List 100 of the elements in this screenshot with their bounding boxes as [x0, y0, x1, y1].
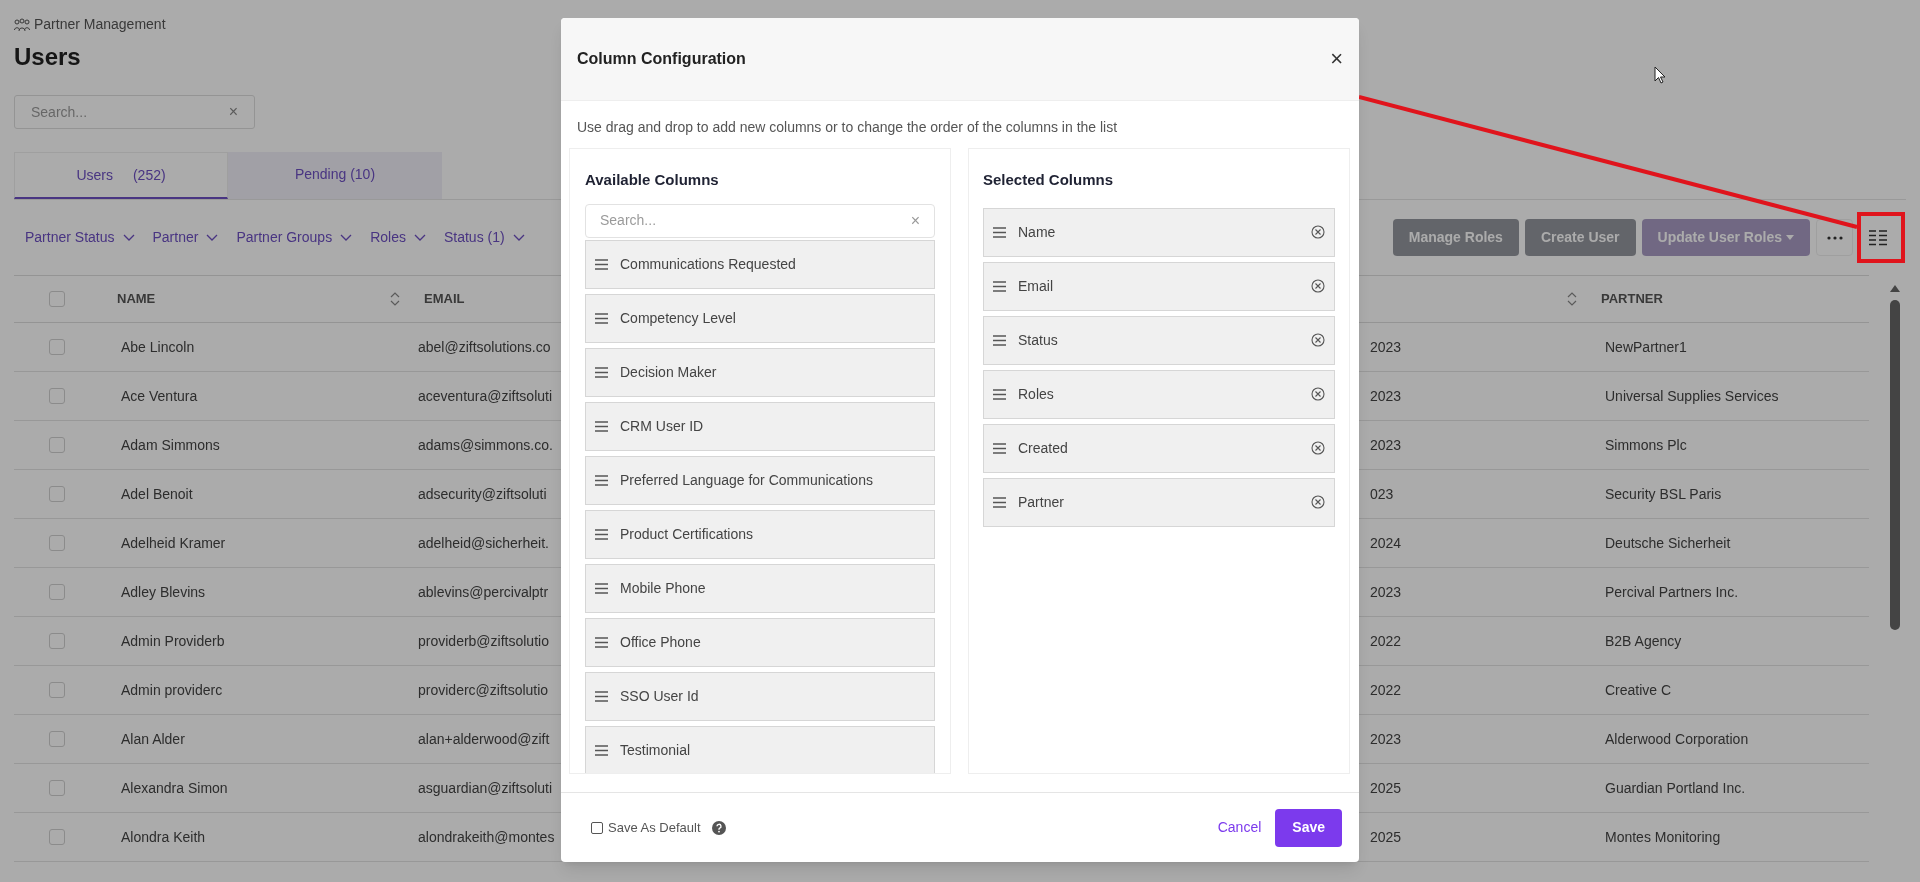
column-item[interactable]: CRM User ID [585, 401, 935, 451]
table-cell: Ace Ventura [121, 387, 198, 404]
column-item[interactable]: Office Phone [585, 617, 935, 667]
column-header[interactable]: EMAIL [424, 291, 465, 307]
clear-icon[interactable]: × [228, 100, 238, 124]
table-cell: Abe Lincoln [121, 338, 195, 355]
table-cell: NewPartner1 [1605, 338, 1687, 355]
column-item[interactable]: Testimonial [585, 725, 935, 773]
filter-dropdown[interactable]: Roles [370, 227, 426, 248]
table-cell: providerc@ziftsolutio [418, 681, 549, 698]
drag-handle-icon[interactable] [595, 528, 608, 540]
column-item[interactable]: Decision Maker [585, 347, 935, 397]
people-icon [14, 17, 30, 32]
table-cell: Percival Partners Inc. [1605, 583, 1739, 600]
remove-icon[interactable] [1311, 441, 1325, 455]
column-item[interactable]: Partner [983, 477, 1335, 527]
table-cell: adsecurity@ziftsoluti [418, 485, 547, 502]
table-cell: 2023 [1370, 730, 1402, 747]
save-button[interactable]: Save [1275, 808, 1342, 847]
column-item[interactable]: Created [983, 423, 1335, 473]
table-cell: Guardian Portland Inc. [1605, 779, 1746, 796]
drag-handle-icon[interactable] [595, 474, 608, 486]
column-item[interactable]: Competency Level [585, 293, 935, 343]
drag-handle-icon[interactable] [595, 744, 608, 756]
table-cell: Admin providerc [121, 681, 223, 698]
remove-icon[interactable] [1311, 387, 1325, 401]
table-cell: 2025 [1370, 828, 1402, 845]
table-cell: Creative C [1605, 681, 1672, 698]
checkbox-label[interactable]: Save As Default [608, 817, 701, 838]
close-button[interactable]: × [1330, 48, 1343, 70]
table-cell: abel@ziftsolutions.co [418, 338, 551, 355]
column-item[interactable]: Status [983, 315, 1335, 365]
chevron-down-icon [206, 233, 219, 242]
table-cell: Adam Simmons [121, 436, 220, 453]
drag-handle-icon[interactable] [595, 258, 608, 270]
tab[interactable]: Users (252) [14, 152, 228, 199]
column-item[interactable]: SSO User Id [585, 671, 935, 721]
sort-icon[interactable] [390, 291, 400, 307]
breadcrumb[interactable]: Partner Management [34, 14, 166, 35]
drag-handle-icon[interactable] [993, 388, 1006, 400]
chevron-down-icon [512, 233, 525, 242]
table-cell: Alexandra Simon [121, 779, 228, 796]
remove-icon[interactable] [1311, 225, 1325, 239]
table-cell: providerb@ziftsolutio [418, 632, 549, 649]
table-cell: ablevins@percivalptr [418, 583, 549, 600]
search-field[interactable]: Search... × [14, 95, 255, 129]
table-cell: aceventura@ziftsoluti [418, 387, 553, 404]
dialog-description: Use drag and drop to add new columns or to change the order of the columns in the list [576, 118, 1119, 137]
column-item[interactable]: Email [983, 261, 1335, 311]
sort-icon[interactable] [1567, 291, 1577, 307]
cancel-button[interactable]: Cancel [1217, 817, 1262, 838]
filter-dropdown[interactable]: Partner [152, 227, 219, 248]
column-item[interactable]: Communications Requested [585, 239, 935, 289]
remove-icon[interactable] [1311, 333, 1325, 347]
column-header[interactable]: NAME [117, 289, 156, 309]
column-item[interactable]: Mobile Phone [585, 563, 935, 613]
columns-icon [1868, 229, 1887, 246]
drag-handle-icon[interactable] [993, 496, 1006, 508]
drag-handle-icon[interactable] [993, 334, 1006, 346]
more-icon [1826, 235, 1843, 240]
column-item[interactable]: Name [983, 207, 1335, 257]
filter-dropdown[interactable]: Partner Status [25, 227, 135, 248]
panel-title: Available Columns [585, 170, 720, 190]
table-cell: Alderwood Corporation [1605, 730, 1749, 747]
column-item[interactable]: Preferred Language for Communications [585, 455, 935, 505]
table-cell: Admin Providerb [121, 632, 225, 649]
chevron-down-icon [122, 233, 135, 242]
table-cell: Adley Blevins [121, 583, 206, 600]
drag-handle-icon[interactable] [595, 636, 608, 648]
filter-dropdown[interactable]: Partner Groups [236, 227, 353, 248]
drag-handle-icon[interactable] [595, 582, 608, 594]
drag-handle-icon[interactable] [993, 280, 1006, 292]
table-cell: 2025 [1370, 779, 1402, 796]
drag-handle-icon[interactable] [595, 312, 608, 324]
checkbox[interactable] [591, 821, 603, 834]
dialog-title: Column Configuration [577, 49, 746, 69]
table-cell: 2023 [1370, 583, 1402, 600]
drag-handle-icon[interactable] [993, 442, 1006, 454]
remove-icon[interactable] [1311, 279, 1325, 293]
table-cell: Adel Benoit [121, 485, 193, 502]
drag-handle-icon[interactable] [595, 366, 608, 378]
table-cell: 2023 [1370, 338, 1402, 355]
table-cell: 2023 [1370, 387, 1402, 404]
table-cell: alan+alderwood@zift [418, 730, 550, 747]
table-cell: 2022 [1370, 632, 1402, 649]
table-cell: adelheid@sicherheit. [418, 534, 549, 551]
table-cell: Adelheid Kramer [121, 534, 226, 551]
filter-dropdown[interactable]: Status (1) [443, 227, 525, 248]
annotation-highlight-box [1857, 212, 1905, 263]
remove-icon[interactable] [1311, 495, 1325, 509]
drag-handle-icon[interactable] [993, 226, 1006, 238]
column-header[interactable]: PARTNER [1601, 291, 1663, 307]
drag-handle-icon[interactable] [595, 690, 608, 702]
table-cell: Deutsche Sicherheit [1605, 534, 1731, 551]
table-cell: adams@simmons.co. [418, 436, 553, 453]
help-icon[interactable] [711, 820, 726, 835]
drag-handle-icon[interactable] [595, 420, 608, 432]
column-item[interactable]: Product Certifications [585, 509, 935, 559]
tab[interactable]: Pending (10) [228, 152, 442, 199]
column-item[interactable]: Roles [983, 369, 1335, 419]
